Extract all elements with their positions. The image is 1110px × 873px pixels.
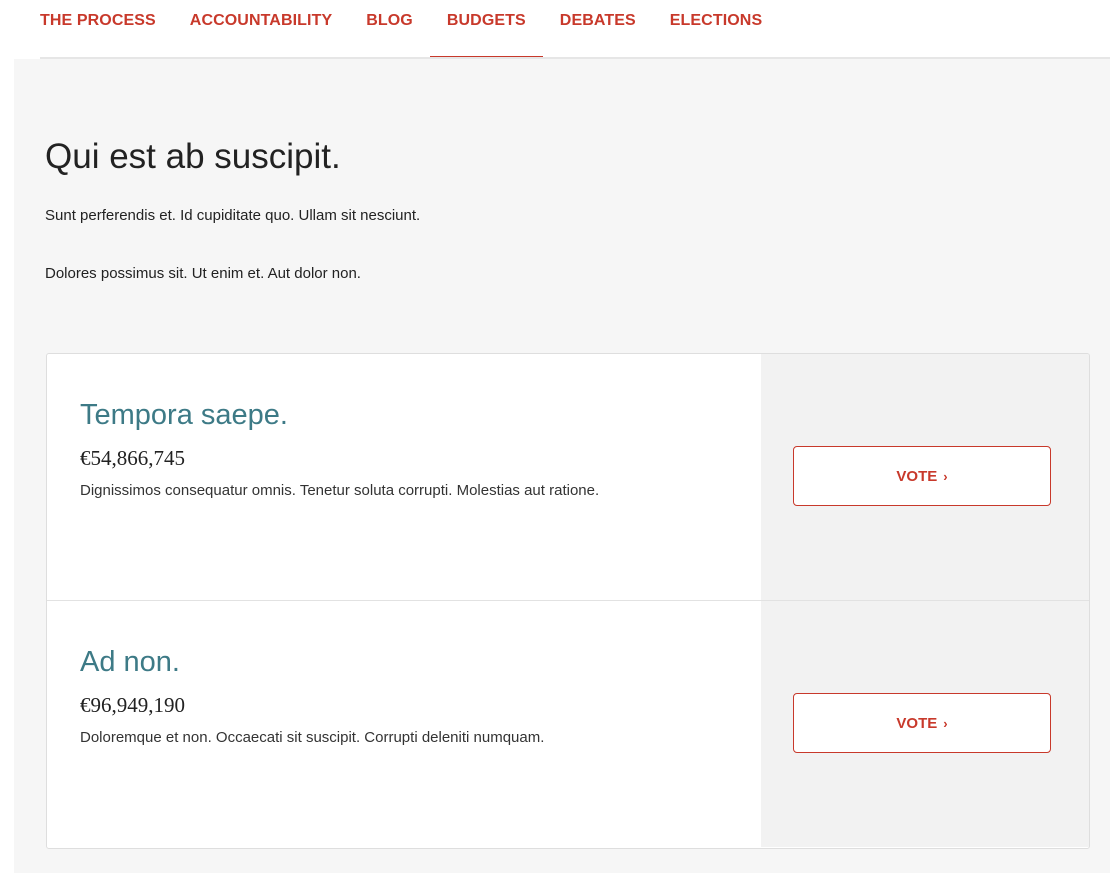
budget-amount: €54,866,745 (80, 446, 185, 470)
nav-item-the-process[interactable]: THE PROCESS (40, 0, 173, 58)
top-navigation: THE PROCESS ACCOUNTABILITY BLOG BUDGETS … (0, 0, 1110, 60)
budget-card-actions: VOTE › (761, 354, 1089, 600)
intro-paragraph: Sunt perferendis et. Id cupiditate quo. … (45, 207, 421, 224)
budget-card-body: Tempora saepe. €54,866,745 Dignissimos c… (47, 354, 761, 600)
nav-item-budgets[interactable]: BUDGETS (429, 0, 543, 60)
budget-card-actions: VOTE › (761, 601, 1089, 847)
budget-amount: €96,949,190 (80, 693, 185, 717)
budget-title[interactable]: Tempora saepe. (80, 399, 288, 432)
nav-item-accountability[interactable]: ACCOUNTABILITY (173, 0, 349, 58)
budget-description: Doloremque et non. Occaecati sit suscipi… (80, 729, 545, 746)
vote-button[interactable]: VOTE › (793, 446, 1051, 506)
budget-card: Ad non. €96,949,190 Doloremque et non. O… (47, 601, 1089, 847)
vote-button[interactable]: VOTE › (793, 693, 1051, 753)
budget-list: Tempora saepe. €54,866,745 Dignissimos c… (46, 353, 1090, 849)
intro-paragraph: Dolores possimus sit. Ut enim et. Aut do… (45, 265, 361, 282)
budget-title[interactable]: Ad non. (80, 646, 180, 679)
page-title: Qui est ab suscipit. (45, 137, 341, 176)
chevron-right-icon: › (943, 468, 948, 484)
nav-item-debates[interactable]: DEBATES (543, 0, 653, 58)
main-content: Qui est ab suscipit. Sunt perferendis et… (14, 59, 1110, 873)
budget-description: Dignissimos consequatur omnis. Tenetur s… (80, 482, 600, 499)
nav-item-blog[interactable]: BLOG (349, 0, 430, 58)
chevron-right-icon: › (943, 715, 948, 731)
nav-list: THE PROCESS ACCOUNTABILITY BLOG BUDGETS … (40, 0, 779, 60)
budget-card-body: Ad non. €96,949,190 Doloremque et non. O… (47, 601, 761, 847)
vote-button-label: VOTE (896, 467, 938, 485)
budget-card: Tempora saepe. €54,866,745 Dignissimos c… (47, 354, 1089, 600)
nav-item-elections[interactable]: ELECTIONS (653, 0, 779, 58)
vote-button-label: VOTE (896, 714, 938, 732)
